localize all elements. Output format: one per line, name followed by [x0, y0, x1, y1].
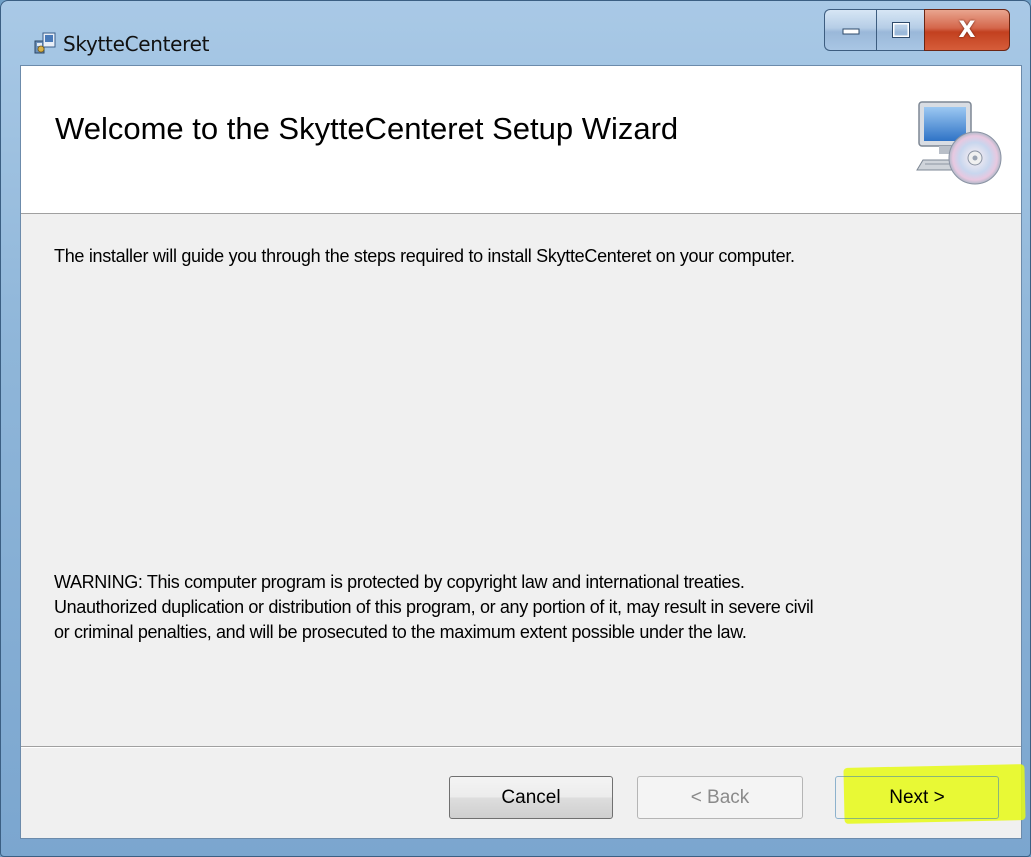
- next-button[interactable]: Next >: [835, 776, 999, 819]
- caption-buttons: X: [824, 9, 1010, 53]
- computer-cd-icon: [916, 101, 1002, 185]
- back-button[interactable]: < Back: [637, 776, 803, 819]
- warning-line: Unauthorized duplication or distribution…: [54, 597, 814, 617]
- copyright-warning: WARNING: This computer program is protec…: [54, 570, 994, 645]
- warning-line: or criminal penalties, and will be prose…: [54, 622, 747, 642]
- dialog-content: Welcome to the SkytteCenteret Setup Wiza…: [20, 65, 1026, 839]
- installer-window: SkytteCenteret X Welcome to the SkytteCe…: [0, 0, 1031, 857]
- button-separator: [21, 746, 1021, 748]
- wizard-banner: Welcome to the SkytteCenteret Setup Wiza…: [21, 66, 1021, 214]
- title-bar[interactable]: SkytteCenteret X: [1, 1, 1030, 56]
- maximize-button[interactable]: [876, 9, 924, 51]
- minimize-button[interactable]: [824, 9, 876, 51]
- page-title: Welcome to the SkytteCenteret Setup Wiza…: [55, 111, 679, 146]
- warning-line: WARNING: This computer program is protec…: [54, 572, 745, 592]
- window-title: SkytteCenteret: [63, 32, 210, 56]
- installer-package-icon: [34, 32, 56, 54]
- minimize-icon: [842, 28, 859, 35]
- maximize-icon: [891, 22, 910, 38]
- close-button[interactable]: X: [924, 9, 1010, 51]
- intro-text: The installer will guide you through the…: [54, 246, 795, 266]
- cancel-button[interactable]: Cancel: [449, 776, 613, 819]
- close-icon: X: [958, 17, 976, 43]
